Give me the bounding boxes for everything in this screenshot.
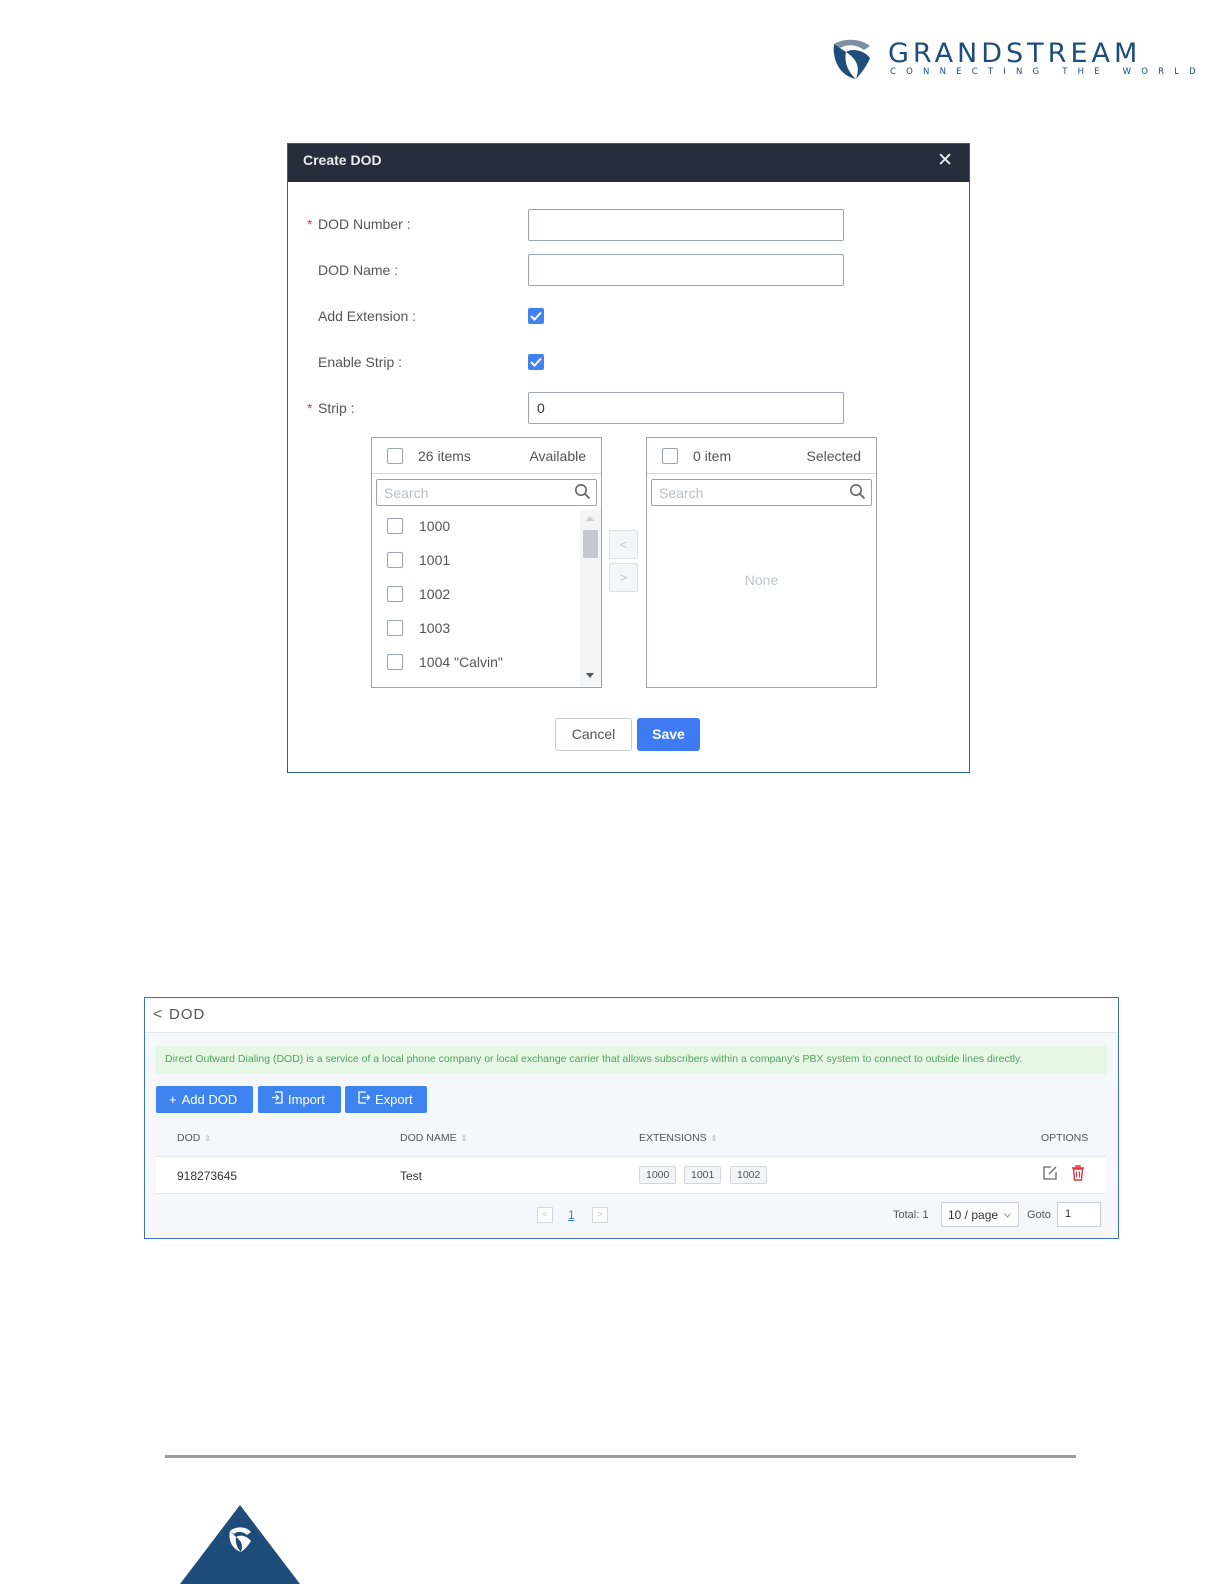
select-all-available-checkbox[interactable] <box>387 448 403 464</box>
edit-icon[interactable] <box>1042 1165 1058 1181</box>
add-dod-button[interactable]: + Add DOD <box>156 1086 253 1113</box>
item-checkbox[interactable] <box>387 620 403 636</box>
export-button[interactable]: Export <box>345 1086 427 1113</box>
available-count: 26 items <box>418 448 471 464</box>
available-title: Available <box>529 448 586 464</box>
prev-page-button[interactable]: < <box>537 1207 553 1223</box>
grandstream-footer-icon <box>180 1505 300 1584</box>
brand-tagline: CONNECTING THE WORLD <box>890 67 1206 77</box>
page-title: DOD <box>169 1006 206 1023</box>
dod-number-label: * DOD Number : <box>307 216 411 232</box>
check-icon <box>530 311 542 321</box>
item-checkbox[interactable] <box>387 654 403 670</box>
dod-name-label: DOD Name : <box>318 262 399 278</box>
page-number[interactable]: 1 <box>568 1208 575 1222</box>
chevron-down-icon <box>1004 1213 1012 1219</box>
item-checkbox[interactable] <box>387 586 403 602</box>
goto-input[interactable]: 1 <box>1057 1202 1101 1227</box>
available-search-input[interactable]: Search <box>376 479 597 506</box>
dialog-header: Create DOD ✕ <box>288 144 969 182</box>
scroll-thumb[interactable] <box>583 530 598 558</box>
selected-list: 0 item Selected Search None <box>646 437 877 688</box>
scroll-down-icon[interactable] <box>586 673 594 678</box>
dod-number-input[interactable] <box>528 209 844 241</box>
column-header-dod-name[interactable]: DOD NAME ⇕ <box>400 1132 467 1144</box>
add-extension-label: Add Extension : <box>318 308 417 324</box>
item-checkbox[interactable] <box>387 518 403 534</box>
footer-divider <box>165 1455 1076 1458</box>
table-row: 918273645 Test 1000 1001 1002 <box>156 1156 1106 1194</box>
extension-tag: 1002 <box>730 1166 768 1184</box>
add-extension-checkbox[interactable] <box>528 308 544 324</box>
sort-icon[interactable]: ⇕ <box>711 1134 718 1143</box>
column-header-options: OPTIONS <box>1041 1132 1089 1144</box>
create-dod-dialog: Create DOD ✕ * DOD Number : DOD Name : A… <box>287 143 970 773</box>
dod-name-input[interactable] <box>528 254 844 286</box>
enable-strip-label: Enable Strip : <box>318 354 403 370</box>
list-item[interactable]: 1003 <box>372 612 581 646</box>
goto-label: Goto <box>1027 1209 1051 1221</box>
move-left-button[interactable]: < <box>609 530 638 559</box>
plus-icon: + <box>169 1092 177 1107</box>
available-list: 26 items Available Search 1000 1001 1002… <box>371 437 602 688</box>
selected-count: 0 item <box>693 448 732 464</box>
info-notice: Direct Outward Dialing (DOD) is a servic… <box>155 1046 1107 1074</box>
selected-header: 0 item Selected <box>647 438 876 474</box>
list-item[interactable]: 1000 <box>372 510 581 544</box>
available-scrollbar[interactable] <box>580 510 601 686</box>
required-mark: * <box>307 216 313 232</box>
close-icon[interactable]: ✕ <box>937 149 953 173</box>
total-count: Total: 1 <box>893 1209 929 1221</box>
export-icon <box>358 1091 370 1104</box>
page-header: < DOD <box>145 998 1118 1033</box>
item-checkbox[interactable] <box>387 552 403 568</box>
search-icon <box>850 484 866 500</box>
available-header: 26 items Available <box>372 438 601 474</box>
dod-cell: 918273645 <box>177 1169 238 1183</box>
page-size-select[interactable]: 10 / page <box>941 1202 1019 1227</box>
brand-name: GRANDSTREAM <box>888 38 1142 69</box>
enable-strip-checkbox[interactable] <box>528 354 544 370</box>
column-header-extensions[interactable]: EXTENSIONS ⇕ <box>639 1132 717 1144</box>
extension-tag: 1000 <box>639 1166 677 1184</box>
strip-label: * Strip : <box>307 400 355 416</box>
select-all-selected-checkbox[interactable] <box>662 448 678 464</box>
dod-name-cell: Test <box>400 1169 423 1183</box>
next-page-button[interactable]: > <box>592 1207 608 1223</box>
cancel-button[interactable]: Cancel <box>555 718 632 751</box>
grandstream-logo-icon <box>833 39 870 79</box>
import-button[interactable]: Import <box>258 1086 341 1113</box>
available-items: 1000 1001 1002 1003 1004 "Calvin" <box>372 510 581 680</box>
selected-empty-text: None <box>744 572 779 588</box>
grandstream-logo: GRANDSTREAM CONNECTING THE WORLD <box>830 38 1196 86</box>
import-icon <box>272 1091 283 1104</box>
required-mark: * <box>307 400 313 416</box>
list-item[interactable]: 1004 "Calvin" <box>372 646 581 680</box>
dialog-title: Create DOD <box>303 152 382 168</box>
extension-tag: 1001 <box>684 1166 722 1184</box>
column-header-dod[interactable]: DOD ⇕ <box>177 1132 211 1144</box>
check-icon <box>530 357 542 367</box>
selected-search-input[interactable]: Search <box>651 479 872 506</box>
strip-input[interactable] <box>528 392 844 424</box>
list-item[interactable]: 1002 <box>372 578 581 612</box>
save-button[interactable]: Save <box>637 718 700 751</box>
move-right-button[interactable]: > <box>609 563 638 592</box>
delete-icon[interactable] <box>1071 1165 1085 1181</box>
sort-icon[interactable]: ⇕ <box>461 1134 468 1143</box>
back-icon[interactable]: < <box>153 1006 162 1024</box>
search-icon <box>575 484 591 500</box>
selected-title: Selected <box>806 448 861 464</box>
sort-icon[interactable]: ⇕ <box>204 1134 211 1143</box>
list-item[interactable]: 1001 <box>372 544 581 578</box>
dod-page: < DOD Direct Outward Dialing (DOD) is a … <box>144 997 1119 1239</box>
scroll-up-icon[interactable] <box>586 516 594 521</box>
